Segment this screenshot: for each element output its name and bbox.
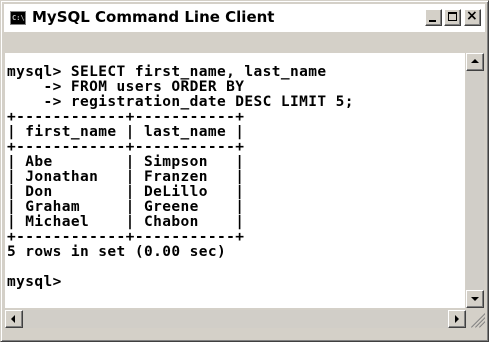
close-button[interactable]: × [464,8,481,26]
console-window: C:\> MySQL Command Line Client × mysql> … [0,0,489,342]
size-grip-icon[interactable] [467,310,485,328]
scroll-up-arrow-icon [471,59,479,63]
minimize-button[interactable] [425,9,442,26]
scroll-up-button[interactable] [466,53,484,71]
console-icon[interactable]: C:\> [10,11,26,25]
scroll-down-arrow-icon [471,297,479,301]
scroll-left-button[interactable] [5,310,23,328]
vertical-scrollbar[interactable] [466,53,484,308]
scroll-right-arrow-icon [455,315,459,323]
maximize-button[interactable] [444,9,461,26]
scroll-left-arrow-icon [11,315,15,323]
horizontal-scrollbar[interactable] [5,310,467,328]
title-bar[interactable]: C:\> MySQL Command Line Client × [4,4,485,32]
close-icon: × [466,8,478,24]
scroll-right-button[interactable] [448,310,466,328]
console-output[interactable]: mysql> SELECT first_name, last_name -> F… [5,53,465,308]
minimize-icon [429,20,436,22]
scroll-down-button[interactable] [466,290,484,308]
console-text: mysql> SELECT first_name, last_name -> F… [7,64,354,290]
window-title: MySQL Command Line Client [32,8,275,26]
maximize-icon [448,12,457,21]
